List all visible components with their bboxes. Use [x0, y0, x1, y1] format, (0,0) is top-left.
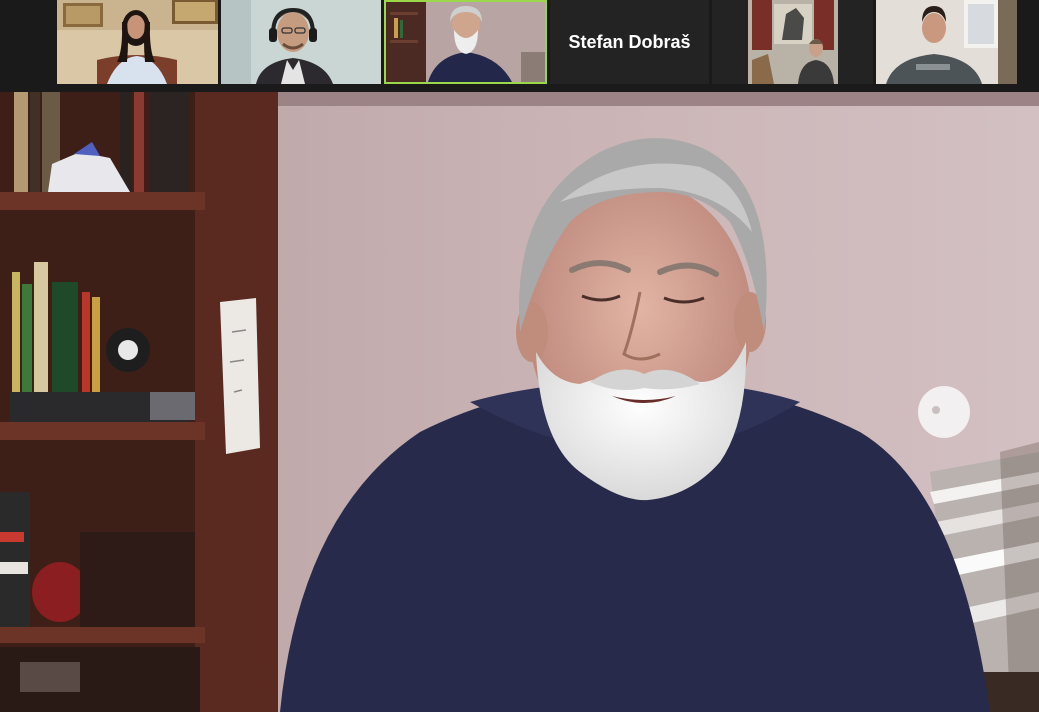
participant-tile[interactable] — [221, 0, 381, 84]
participant-video — [386, 2, 545, 82]
speaker-video-frame — [0, 92, 1039, 712]
participant-video — [876, 0, 1017, 84]
participant-tile[interactable] — [876, 0, 1017, 84]
participant-tile-name-only[interactable]: Stefan Dobraš — [550, 0, 709, 84]
participant-strip: Stefan Dobraš — [0, 0, 1039, 92]
participant-video — [712, 0, 873, 84]
main-speaker-video — [0, 92, 1039, 712]
participant-video — [221, 0, 381, 84]
participant-tile-active-speaker[interactable] — [384, 0, 547, 84]
participant-video — [57, 0, 218, 84]
participant-tile[interactable] — [712, 0, 873, 84]
participant-name: Stefan Dobraš — [568, 31, 691, 52]
participant-tile[interactable] — [57, 0, 218, 84]
